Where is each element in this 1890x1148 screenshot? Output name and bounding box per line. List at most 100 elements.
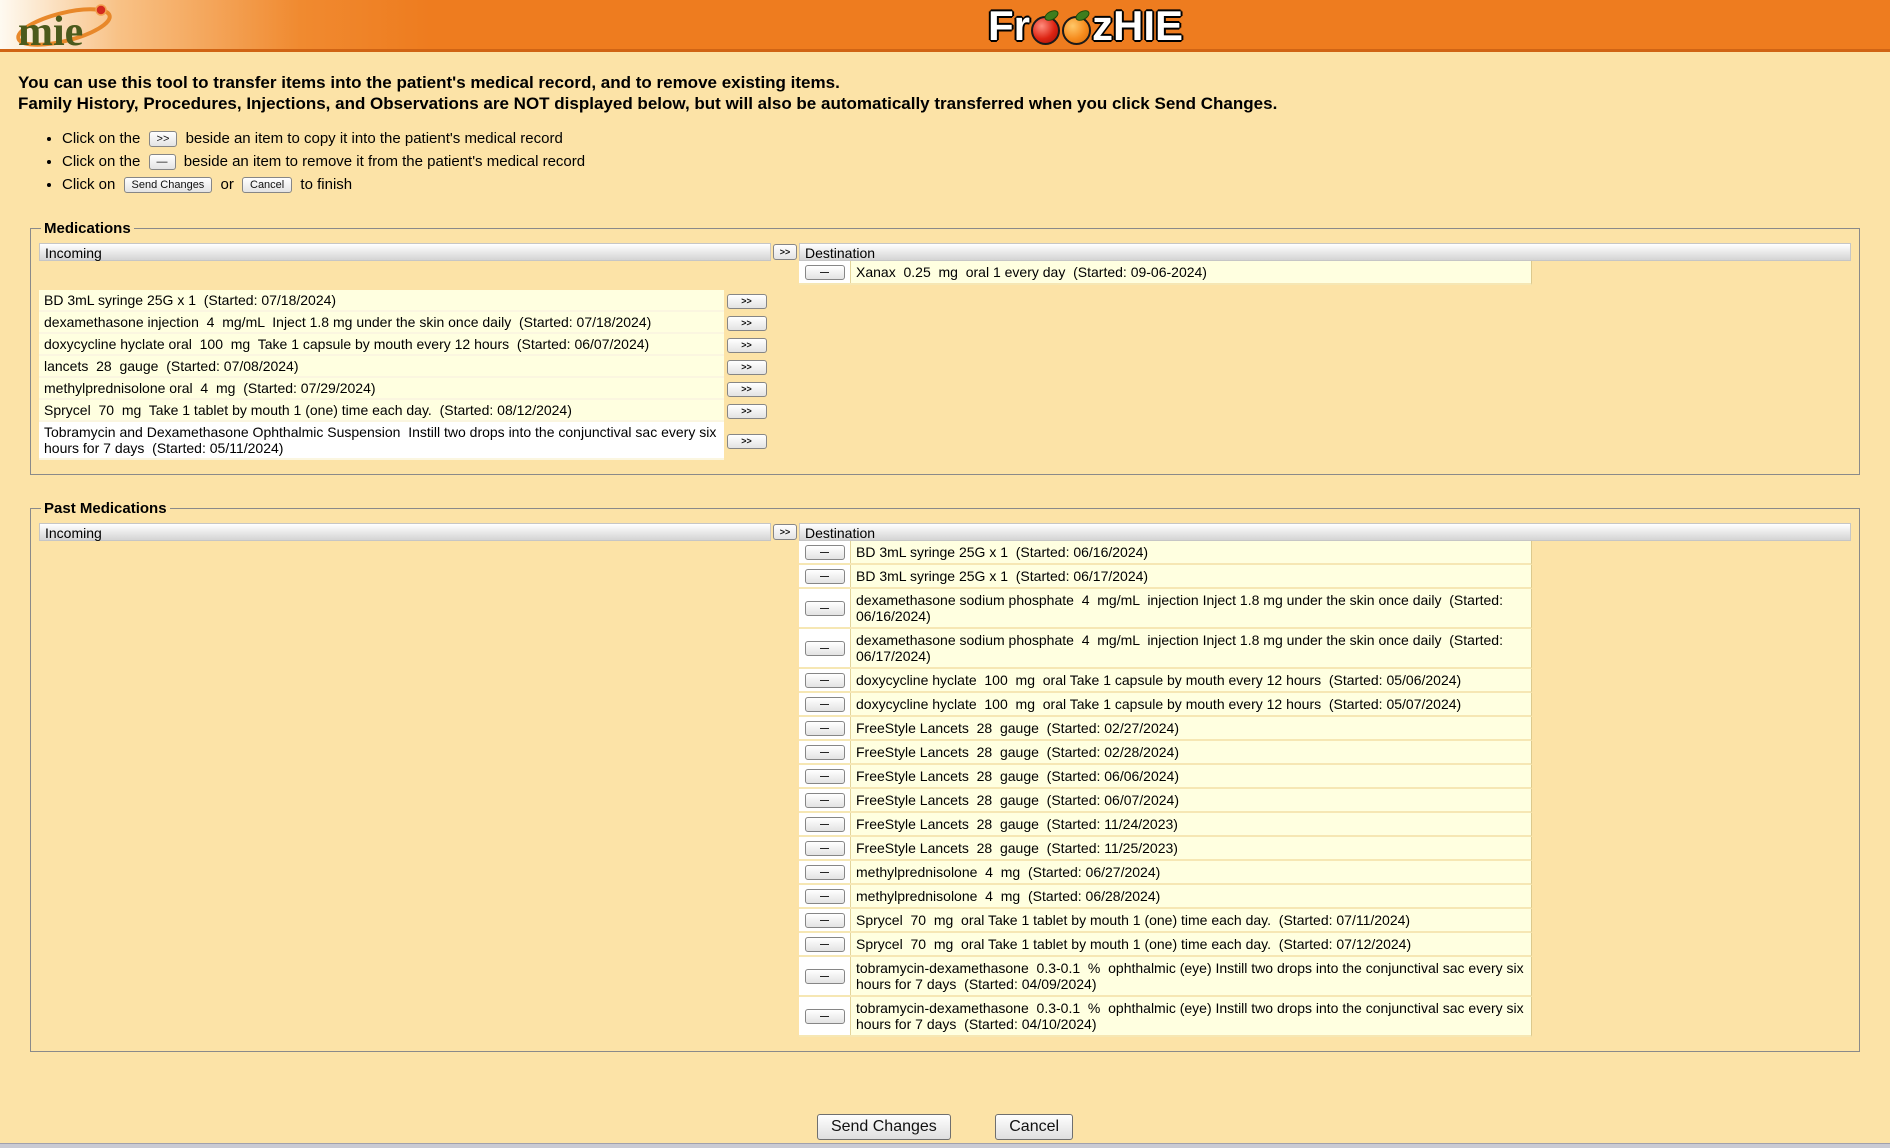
copy-all-button[interactable]: >> [773, 524, 797, 540]
incoming-med-row: lancets 28 gauge (Started: 07/08/2024) >… [39, 356, 769, 378]
incoming-med-row: BD 3mL syringe 25G x 1 (Started: 07/18/2… [39, 290, 769, 312]
froozhie-logo-text-pre: Fr [988, 5, 1030, 47]
destination-med-row: — FreeStyle Lancets 28 gauge (Started: 1… [799, 837, 1532, 861]
remove-item-button[interactable]: — [805, 601, 845, 616]
destination-med-row: — BD 3mL syringe 25G x 1 (Started: 06/16… [799, 541, 1532, 565]
destination-med-row: — FreeStyle Lancets 28 gauge (Started: 0… [799, 741, 1532, 765]
copy-example-button[interactable]: >> [149, 131, 178, 147]
remove-example-button[interactable]: — [149, 154, 176, 170]
froozhie-logo: Fr zHIE [988, 4, 1183, 48]
incoming-med-text: Tobramycin and Dexamethasone Ophthalmic … [39, 422, 724, 460]
incoming-med-text: BD 3mL syringe 25G x 1 (Started: 07/18/2… [39, 290, 724, 312]
destination-med-row: — methylprednisolone 4 mg (Started: 06/2… [799, 885, 1532, 909]
instruction-copy: Click on the >> beside an item to copy i… [62, 129, 1890, 149]
froozhie-logo-text-post: zHIE [1092, 5, 1183, 47]
remove-item-button[interactable]: — [805, 569, 845, 584]
remove-item-button[interactable]: — [805, 745, 845, 760]
remove-item-button[interactable]: — [805, 769, 845, 784]
instruction-copy-post: beside an item to copy it into the patie… [186, 130, 563, 147]
incoming-med-row: dexamethasone injection 4 mg/mL Inject 1… [39, 312, 769, 334]
instruction-finish-post: to finish [300, 176, 352, 193]
apple-icon [1031, 16, 1060, 45]
remove-item-button[interactable]: — [805, 889, 845, 904]
incoming-med-row: doxycycline hyclate oral 100 mg Take 1 c… [39, 334, 769, 356]
destination-med-row: — doxycycline hyclate 100 mg oral Take 1… [799, 669, 1532, 693]
remove-item-button[interactable]: — [805, 913, 845, 928]
instruction-list: Click on the >> beside an item to copy i… [62, 129, 1890, 195]
copy-item-button[interactable]: >> [727, 338, 767, 353]
remove-item-button[interactable]: — [805, 841, 845, 856]
destination-med-text: BD 3mL syringe 25G x 1 (Started: 06/17/2… [851, 565, 1531, 587]
copy-item-button[interactable]: >> [727, 382, 767, 397]
copy-all-button[interactable]: >> [773, 244, 797, 260]
action-bar: Send Changes Cancel [0, 1114, 1890, 1140]
intro-line-2: Family History, Procedures, Injections, … [18, 93, 1890, 114]
remove-item-button[interactable]: — [805, 641, 845, 656]
destination-med-text: Xanax 0.25 mg oral 1 every day (Started:… [851, 261, 1531, 283]
destination-med-row: — methylprednisolone 4 mg (Started: 06/2… [799, 861, 1532, 885]
incoming-med-text: doxycycline hyclate oral 100 mg Take 1 c… [39, 334, 724, 356]
incoming-med-text: lancets 28 gauge (Started: 07/08/2024) [39, 356, 724, 378]
destination-med-text: dexamethasone sodium phosphate 4 mg/mL i… [851, 589, 1531, 627]
remove-item-button[interactable]: — [805, 969, 845, 984]
copy-item-button[interactable]: >> [727, 434, 767, 449]
copy-item-button[interactable]: >> [727, 316, 767, 331]
remove-item-button[interactable]: — [805, 1009, 845, 1024]
copy-item-button[interactable]: >> [727, 294, 767, 309]
medications-destination-header: Destination [799, 243, 1851, 261]
past-medications-destination-header: Destination [799, 523, 1851, 541]
instruction-finish: Click on Send Changes or Cancel to finis… [62, 175, 1890, 195]
send-changes-button[interactable]: Send Changes [817, 1114, 951, 1140]
mie-logo: mie [12, 2, 124, 57]
copy-item-button[interactable]: >> [727, 404, 767, 419]
past-medications-legend: Past Medications [41, 500, 170, 517]
remove-item-button[interactable]: — [805, 817, 845, 832]
destination-med-text: methylprednisolone 4 mg (Started: 06/28/… [851, 885, 1531, 907]
cancel-example-button[interactable]: Cancel [242, 177, 292, 193]
mie-logo-text: mie [18, 9, 83, 52]
instruction-finish-pre: Click on [62, 176, 115, 193]
destination-med-row: — Sprycel 70 mg oral Take 1 tablet by mo… [799, 909, 1532, 933]
cancel-button[interactable]: Cancel [995, 1114, 1073, 1140]
destination-med-row: — FreeStyle Lancets 28 gauge (Started: 0… [799, 765, 1532, 789]
remove-item-button[interactable]: — [805, 697, 845, 712]
destination-med-row: — FreeStyle Lancets 28 gauge (Started: 0… [799, 789, 1532, 813]
destination-med-text: FreeStyle Lancets 28 gauge (Started: 02/… [851, 741, 1531, 763]
remove-item-button[interactable]: — [805, 793, 845, 808]
past-medications-incoming-header: Incoming [39, 523, 771, 541]
incoming-med-row: Tobramycin and Dexamethasone Ophthalmic … [39, 422, 769, 460]
remove-item-button[interactable]: — [805, 865, 845, 880]
intro-text: You can use this tool to transfer items … [18, 72, 1890, 114]
remove-item-button[interactable]: — [805, 265, 845, 280]
destination-med-row: — dexamethasone sodium phosphate 4 mg/mL… [799, 629, 1532, 669]
remove-item-button[interactable]: — [805, 721, 845, 736]
destination-med-row: — tobramycin-dexamethasone 0.3-0.1 % oph… [799, 957, 1532, 997]
remove-item-button[interactable]: — [805, 937, 845, 952]
instruction-remove: Click on the — beside an item to remove … [62, 152, 1890, 172]
bottom-strip [0, 1143, 1890, 1148]
destination-med-text: tobramycin-dexamethasone 0.3-0.1 % ophth… [851, 957, 1531, 995]
destination-med-row: — dexamethasone sodium phosphate 4 mg/mL… [799, 589, 1532, 629]
destination-med-text: FreeStyle Lancets 28 gauge (Started: 02/… [851, 717, 1531, 739]
send-changes-example-button[interactable]: Send Changes [124, 177, 213, 193]
destination-med-text: doxycycline hyclate 100 mg oral Take 1 c… [851, 693, 1531, 715]
incoming-med-row: Sprycel 70 mg Take 1 tablet by mouth 1 (… [39, 400, 769, 422]
destination-med-text: Sprycel 70 mg oral Take 1 tablet by mout… [851, 909, 1531, 931]
medications-fieldset: Medications Incoming BD 3mL syringe 25G … [30, 220, 1860, 475]
medications-incoming-header: Incoming [39, 243, 771, 261]
mie-logo-dot [96, 5, 106, 15]
destination-med-row: — BD 3mL syringe 25G x 1 (Started: 06/17… [799, 565, 1532, 589]
destination-med-text: tobramycin-dexamethasone 0.3-0.1 % ophth… [851, 997, 1531, 1035]
remove-item-button[interactable]: — [805, 673, 845, 688]
destination-med-row: — doxycycline hyclate 100 mg oral Take 1… [799, 693, 1532, 717]
destination-med-text: methylprednisolone 4 mg (Started: 06/27/… [851, 861, 1531, 883]
destination-med-row: — Xanax 0.25 mg oral 1 every day (Starte… [799, 261, 1532, 285]
orange-icon [1062, 16, 1091, 45]
past-medications-fieldset: Past Medications Incoming >> Destination… [30, 500, 1860, 1052]
copy-item-button[interactable]: >> [727, 360, 767, 375]
destination-med-row: — Sprycel 70 mg oral Take 1 tablet by mo… [799, 933, 1532, 957]
destination-med-row: — FreeStyle Lancets 28 gauge (Started: 1… [799, 813, 1532, 837]
remove-item-button[interactable]: — [805, 545, 845, 560]
destination-med-text: FreeStyle Lancets 28 gauge (Started: 11/… [851, 837, 1531, 859]
instruction-finish-mid: or [220, 176, 233, 193]
